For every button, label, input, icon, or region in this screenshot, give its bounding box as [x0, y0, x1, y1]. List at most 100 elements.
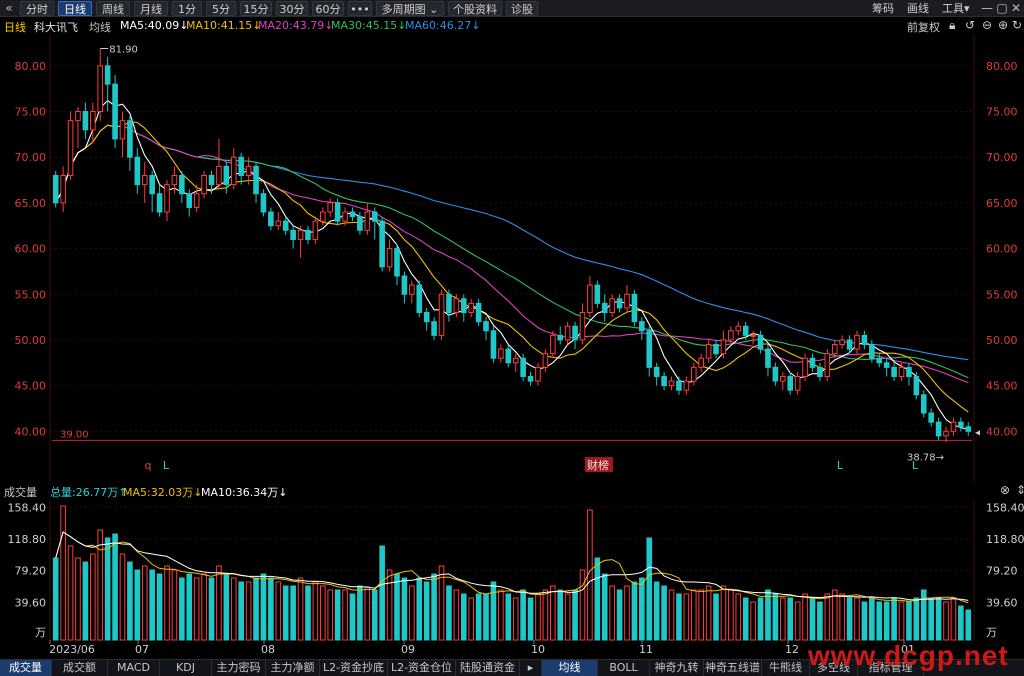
- candle-body[interactable]: [208, 174, 215, 186]
- period-tab-7[interactable]: 30分: [276, 1, 308, 16]
- volume-bar[interactable]: [134, 569, 141, 641]
- candle-body[interactable]: [312, 220, 319, 240]
- volume-bar[interactable]: [624, 585, 630, 641]
- volume-bar[interactable]: [943, 601, 949, 641]
- volume-bar[interactable]: [409, 585, 415, 641]
- candle-body[interactable]: [750, 334, 756, 337]
- volume-bar[interactable]: [557, 589, 564, 641]
- volume-bar[interactable]: [268, 577, 274, 641]
- candle-body[interactable]: [156, 193, 163, 213]
- adjust-button[interactable]: 前复权: [907, 19, 940, 35]
- volume-bar[interactable]: [802, 593, 808, 641]
- candle-body[interactable]: [935, 421, 942, 437]
- candle-body[interactable]: [802, 357, 808, 377]
- candle-body[interactable]: [965, 426, 972, 432]
- candle-body[interactable]: [490, 330, 497, 359]
- candle-body[interactable]: [772, 366, 779, 382]
- volume-bar[interactable]: [416, 577, 423, 641]
- volume-bar[interactable]: [668, 589, 675, 641]
- candle-body[interactable]: [883, 362, 890, 368]
- volume-bar[interactable]: [757, 597, 764, 641]
- volume-bar[interactable]: [223, 573, 230, 641]
- volume-bar[interactable]: [156, 573, 163, 641]
- volume-bar[interactable]: [527, 597, 534, 641]
- candle-body[interactable]: [742, 325, 749, 336]
- volume-bar[interactable]: [423, 581, 430, 641]
- candle-body[interactable]: [735, 325, 742, 332]
- indicator-tab-1[interactable]: 成交额: [52, 660, 108, 676]
- volume-bar[interactable]: [520, 589, 526, 641]
- volume-bar[interactable]: [846, 597, 853, 641]
- volume-bar[interactable]: [141, 565, 148, 641]
- candle-body[interactable]: [460, 298, 467, 314]
- volume-bar[interactable]: [550, 585, 556, 641]
- candle-body[interactable]: [260, 193, 267, 213]
- volume-bar[interactable]: [572, 589, 578, 641]
- volume-bar[interactable]: [869, 597, 875, 641]
- indicator-tab-14[interactable]: 牛熊线: [762, 660, 810, 676]
- period-tab-2[interactable]: 周线: [96, 1, 130, 16]
- candle-body[interactable]: [891, 366, 897, 377]
- candle-body[interactable]: [809, 357, 816, 368]
- volume-bar[interactable]: [342, 589, 348, 641]
- candle-body[interactable]: [527, 375, 534, 382]
- candle-body[interactable]: [601, 302, 608, 314]
- volume-bar[interactable]: [275, 581, 282, 641]
- volume-bar[interactable]: [950, 597, 957, 641]
- volume-bar[interactable]: [490, 581, 497, 641]
- candle-body[interactable]: [787, 375, 794, 391]
- candle-body[interactable]: [349, 211, 356, 218]
- period-tab-10[interactable]: 多周期图 ⌄: [376, 1, 444, 16]
- candle-body[interactable]: [282, 220, 289, 231]
- indicator-tab-10[interactable]: 均线: [542, 660, 598, 676]
- period-tab-3[interactable]: 月线: [134, 1, 168, 16]
- volume-bar[interactable]: [446, 585, 452, 641]
- candle-body[interactable]: [876, 357, 883, 364]
- volume-bar[interactable]: [854, 597, 860, 641]
- period-tab-4[interactable]: 1分: [172, 1, 202, 16]
- volume-bar[interactable]: [765, 589, 771, 641]
- volume-bar[interactable]: [653, 581, 660, 641]
- volume-bar[interactable]: [164, 565, 170, 641]
- undo-icon[interactable]: ↺: [965, 18, 975, 32]
- candle-body[interactable]: [794, 375, 801, 391]
- indicator-tab-13[interactable]: 神奇五线谱: [704, 660, 762, 676]
- candle-body[interactable]: [661, 375, 667, 387]
- candle-body[interactable]: [423, 312, 430, 323]
- volume-bar[interactable]: [364, 587, 371, 641]
- candle-body[interactable]: [186, 193, 193, 208]
- volume-bar[interactable]: [698, 589, 704, 641]
- candle-body[interactable]: [297, 229, 304, 240]
- candle-body[interactable]: [616, 298, 623, 309]
- candle-body[interactable]: [505, 348, 512, 364]
- indicator-tab-6[interactable]: L2-资金抄底: [320, 660, 388, 676]
- candle-body[interactable]: [67, 120, 74, 176]
- volume-bar[interactable]: [201, 573, 207, 641]
- toolbar-item-0[interactable]: 筹码: [872, 1, 894, 16]
- candle-body[interactable]: [275, 220, 282, 227]
- candle-body[interactable]: [334, 202, 341, 222]
- volume-bar[interactable]: [631, 581, 638, 641]
- price-chart[interactable]: 80.00 80.00 75.00 75.00 70.00 70.00 65.00 65.00…: [0, 35, 1024, 482]
- candle-body[interactable]: [676, 380, 682, 391]
- volume-bar[interactable]: [594, 557, 601, 641]
- candle-body[interactable]: [639, 321, 645, 332]
- period-tab-12[interactable]: 诊股: [506, 1, 538, 16]
- indicator-tab-4[interactable]: 主力密码: [212, 660, 266, 676]
- volume-bar[interactable]: [780, 597, 786, 641]
- volume-bar[interactable]: [935, 597, 942, 641]
- volume-bar[interactable]: [646, 537, 653, 641]
- volume-bar[interactable]: [282, 585, 289, 641]
- candle-body[interactable]: [82, 111, 89, 131]
- candle-body[interactable]: [690, 366, 697, 382]
- indicator-tab-7[interactable]: L2-资金仓位: [388, 660, 456, 676]
- period-tab-1[interactable]: 日线: [58, 1, 92, 16]
- candle-body[interactable]: [898, 366, 905, 377]
- volume-bar[interactable]: [512, 597, 519, 641]
- candle-body[interactable]: [609, 298, 615, 314]
- candle-body[interactable]: [668, 380, 675, 387]
- candle-body[interactable]: [268, 211, 274, 227]
- candle-body[interactable]: [223, 165, 230, 186]
- candle-body[interactable]: [817, 366, 823, 377]
- volume-bar[interactable]: [260, 573, 267, 641]
